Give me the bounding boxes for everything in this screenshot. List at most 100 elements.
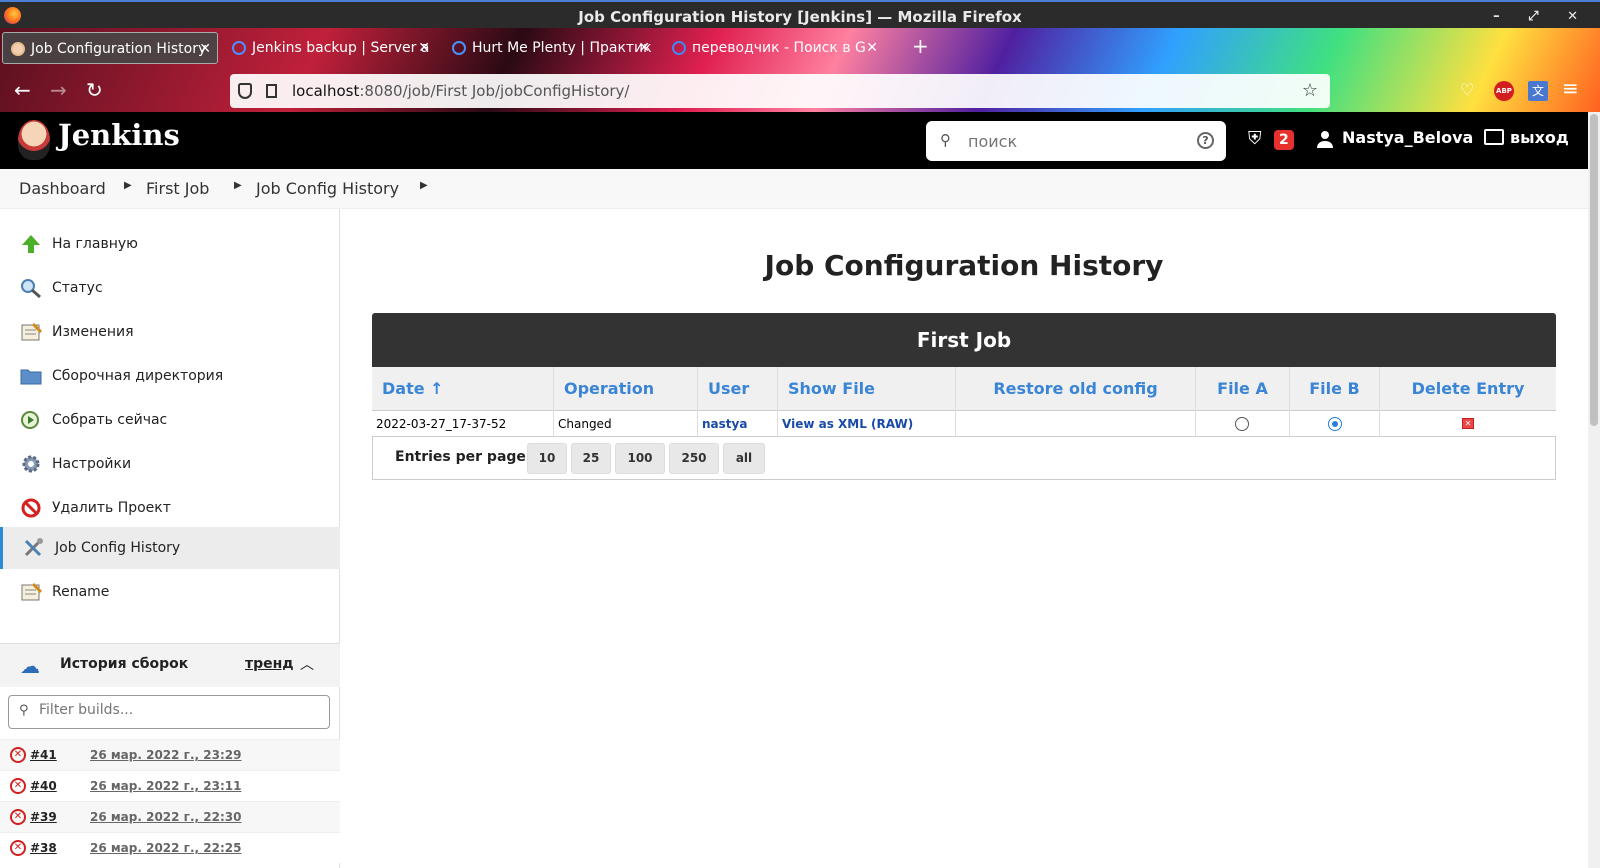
cell-delete: ✕ <box>1380 411 1556 437</box>
tab-job-config-history[interactable]: Job Configuration History ✕ <box>2 32 218 64</box>
magnifier-icon <box>21 279 41 298</box>
sidebar-item-build-now[interactable]: Собрать сейчас <box>0 399 340 441</box>
build-row: ✕ #41 26 мар. 2022 г., 23:29 <box>0 739 340 770</box>
sidebar-item-label: Job Config History <box>55 540 181 556</box>
page-size-all-button[interactable]: all <box>723 443 765 474</box>
sidebar-item-workspace[interactable]: Сборочная директория <box>0 355 340 397</box>
chevron-right-icon[interactable]: ▶ <box>234 180 242 191</box>
cell-operation: Changed <box>554 411 698 437</box>
tab-jenkins-backup[interactable]: Jenkins backup | Server a ✕ <box>224 32 436 64</box>
error-icon: ✕ <box>10 778 26 794</box>
logout-link[interactable]: выход <box>1484 128 1569 147</box>
build-number-link[interactable]: #40 <box>30 771 57 802</box>
build-row: ✕ #40 26 мар. 2022 г., 23:11 <box>0 770 340 801</box>
build-date-link[interactable]: 26 мар. 2022 г., 23:11 <box>90 771 241 802</box>
column-operation[interactable]: Operation <box>554 367 698 411</box>
breadcrumb-dashboard[interactable]: Dashboard <box>19 179 106 198</box>
bookmark-star-icon[interactable]: ☆ <box>1302 74 1318 108</box>
error-icon: ✕ <box>10 809 26 825</box>
firefox-icon <box>4 7 21 24</box>
page-size-25-button[interactable]: 25 <box>571 443 611 474</box>
column-file-a[interactable]: File A <box>1196 367 1290 411</box>
alerts-badge[interactable]: 2 <box>1274 130 1294 150</box>
url-bar[interactable]: localhost:8080/job/First Job/jobConfigHi… <box>230 74 1330 108</box>
build-number-link[interactable]: #39 <box>30 802 57 833</box>
build-date-link[interactable]: 26 мар. 2022 г., 23:29 <box>90 740 241 771</box>
main-content: Job Configuration History First Job Date… <box>340 209 1588 868</box>
column-file-b[interactable]: File B <box>1290 367 1380 411</box>
new-tab-button[interactable]: + <box>912 34 929 58</box>
trend-link[interactable]: тренд <box>245 656 294 672</box>
tab-translator[interactable]: переводчик - Поиск в G ✕ <box>664 32 884 64</box>
tab-label: Job Configuration History <box>31 41 207 57</box>
reload-icon[interactable]: ↻ <box>86 78 103 102</box>
file-b-radio[interactable] <box>1328 417 1342 431</box>
view-xml-link[interactable]: View as XML (RAW) <box>778 411 956 437</box>
security-shield-icon[interactable]: ⛨ <box>1248 128 1262 149</box>
sidebar-item-configure[interactable]: Настройки <box>0 443 340 485</box>
scrollbar[interactable] <box>1588 112 1600 868</box>
sidebar-item-job-config-history[interactable]: Job Config History <box>0 527 340 569</box>
job-name-bar: First Job <box>372 313 1556 367</box>
close-icon[interactable]: ✕ <box>638 32 650 64</box>
close-icon[interactable]: ✕ <box>418 32 430 64</box>
jenkins-logo[interactable] <box>18 120 50 160</box>
search-box: ⚲ ? <box>926 121 1226 161</box>
brand-name[interactable]: Jenkins <box>58 118 180 152</box>
build-row: ✕ #39 26 мар. 2022 г., 22:30 <box>0 801 340 832</box>
file-a-radio[interactable] <box>1235 417 1249 431</box>
column-restore[interactable]: Restore old config <box>956 367 1196 411</box>
cell-user-link[interactable]: nastya <box>698 411 778 437</box>
sidebar-item-label: Rename <box>52 584 110 600</box>
tab-strip: Job Configuration History ✕ Jenkins back… <box>0 28 1600 70</box>
help-icon[interactable]: ? <box>1197 132 1214 149</box>
column-delete[interactable]: Delete Entry <box>1380 367 1556 411</box>
page-size-250-button[interactable]: 250 <box>669 443 719 474</box>
jenkins-favicon-icon <box>11 42 25 56</box>
table-row: 2022-03-27_17-37-52 Changed nastya View … <box>372 411 1556 437</box>
scrollbar-thumb[interactable] <box>1590 114 1598 426</box>
sidebar-item-label: Изменения <box>52 324 134 340</box>
back-icon[interactable]: ← <box>14 78 31 102</box>
column-user[interactable]: User <box>698 367 778 411</box>
chevron-right-icon[interactable]: ▶ <box>420 180 428 191</box>
close-icon[interactable]: ✕ <box>866 32 878 64</box>
pagination: Entries per page: 10 25 100 250 all <box>372 437 1556 480</box>
chevron-up-icon[interactable]: ︿ <box>300 654 314 674</box>
page-size-100-button[interactable]: 100 <box>615 443 665 474</box>
sidebar-item-changes[interactable]: Изменения <box>0 311 340 353</box>
translate-icon[interactable]: 文 <box>1528 81 1548 101</box>
build-number-link[interactable]: #38 <box>30 833 57 864</box>
cell-file-a <box>1196 411 1290 437</box>
breadcrumb: Dashboard ▶ First Job ▶ Job Config Histo… <box>0 169 1588 209</box>
breadcrumb-first-job[interactable]: First Job <box>146 179 209 198</box>
delete-entry-icon[interactable]: ✕ <box>1462 418 1474 429</box>
page-size-10-button[interactable]: 10 <box>527 443 567 474</box>
build-date-link[interactable]: 26 мар. 2022 г., 22:30 <box>90 802 241 833</box>
browser-chrome: Job Configuration History ✕ Jenkins back… <box>0 28 1600 112</box>
sidebar-item-home[interactable]: На главную <box>0 223 340 265</box>
search-input[interactable] <box>968 129 1188 153</box>
filter-builds-input[interactable] <box>39 702 319 718</box>
column-date[interactable]: Date ↑ <box>372 367 554 411</box>
column-show-file[interactable]: Show File <box>778 367 956 411</box>
google-icon <box>672 41 686 55</box>
gear-icon <box>22 455 40 473</box>
adblock-icon[interactable]: ABP <box>1494 81 1514 101</box>
build-history-header: ☁ История сборок тренд ︿ <box>0 643 340 687</box>
menu-icon[interactable]: ≡ <box>1562 76 1579 100</box>
chevron-right-icon[interactable]: ▶ <box>124 180 132 191</box>
sidebar-item-rename[interactable]: Rename <box>0 571 340 613</box>
username-link[interactable]: Nastya_Belova <box>1342 128 1473 147</box>
pocket-icon[interactable]: ♡ <box>1460 80 1474 99</box>
sidebar-item-delete-project[interactable]: Удалить Проект <box>0 487 340 529</box>
sidebar-item-status[interactable]: Статус <box>0 267 340 309</box>
close-icon[interactable]: ✕ <box>199 33 211 63</box>
forward-icon[interactable]: → <box>50 78 67 102</box>
tab-label: Hurt Me Plenty | Практик <box>472 40 652 56</box>
tab-hurt-me-plenty[interactable]: Hurt Me Plenty | Практик ✕ <box>444 32 656 64</box>
tools-icon <box>24 538 43 557</box>
build-date-link[interactable]: 26 мар. 2022 г., 22:25 <box>90 833 241 864</box>
build-number-link[interactable]: #41 <box>30 740 57 771</box>
breadcrumb-job-config-history[interactable]: Job Config History <box>256 179 399 198</box>
